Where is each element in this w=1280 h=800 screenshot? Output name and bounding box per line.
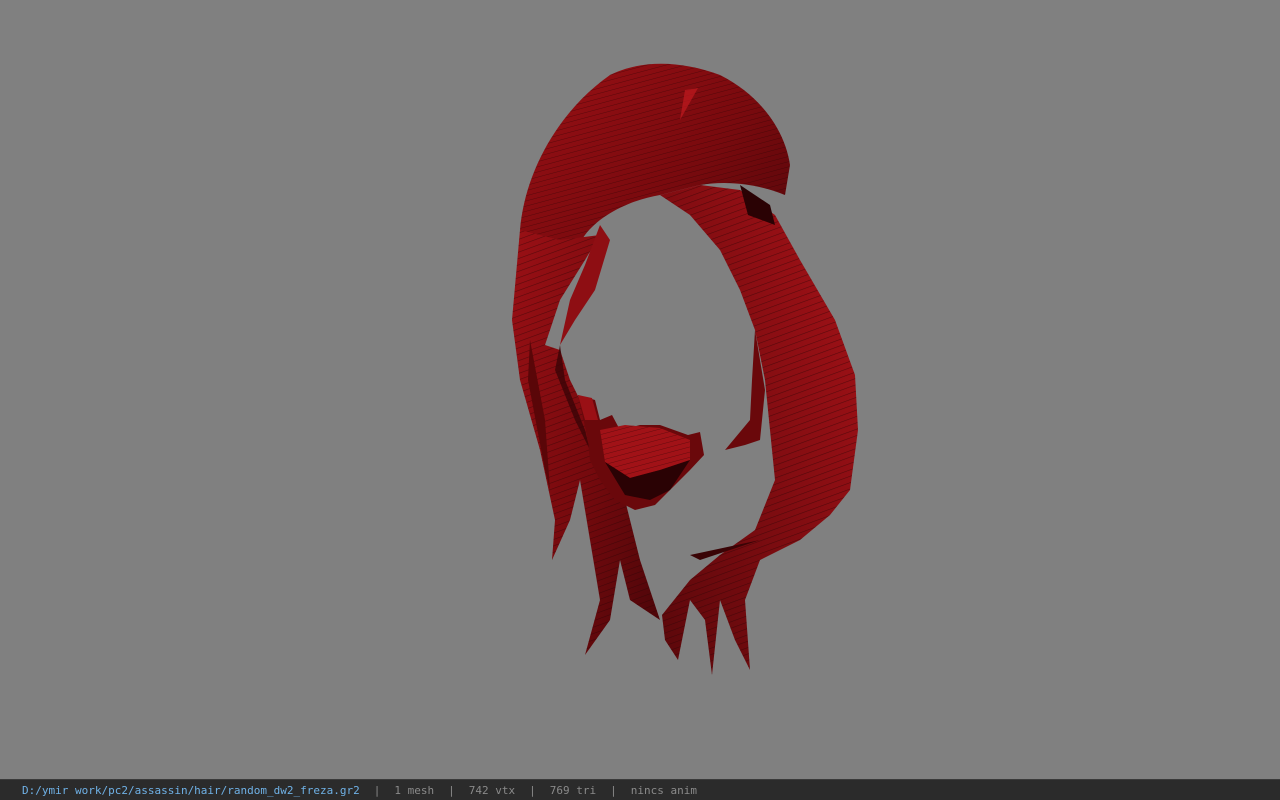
hair-right-side — [660, 185, 858, 675]
status-bar: D:/ymir work/pc2/assassin/hair/random_dw… — [0, 779, 1280, 800]
status-separator: | — [373, 783, 381, 797]
hair-model — [512, 63, 858, 675]
3d-viewport[interactable] — [0, 0, 1280, 779]
status-separator: | — [448, 783, 455, 797]
animation-status: nincs anim — [630, 783, 697, 797]
triangle-count: 769 tri — [549, 783, 597, 797]
mesh-count: 1 mesh — [394, 783, 435, 797]
vertex-count: 742 vtx — [468, 783, 516, 797]
status-separator: | — [529, 783, 536, 797]
status-separator: | — [610, 783, 617, 797]
file-path: D:/ymir work/pc2/assassin/hair/random_dw… — [22, 783, 360, 797]
